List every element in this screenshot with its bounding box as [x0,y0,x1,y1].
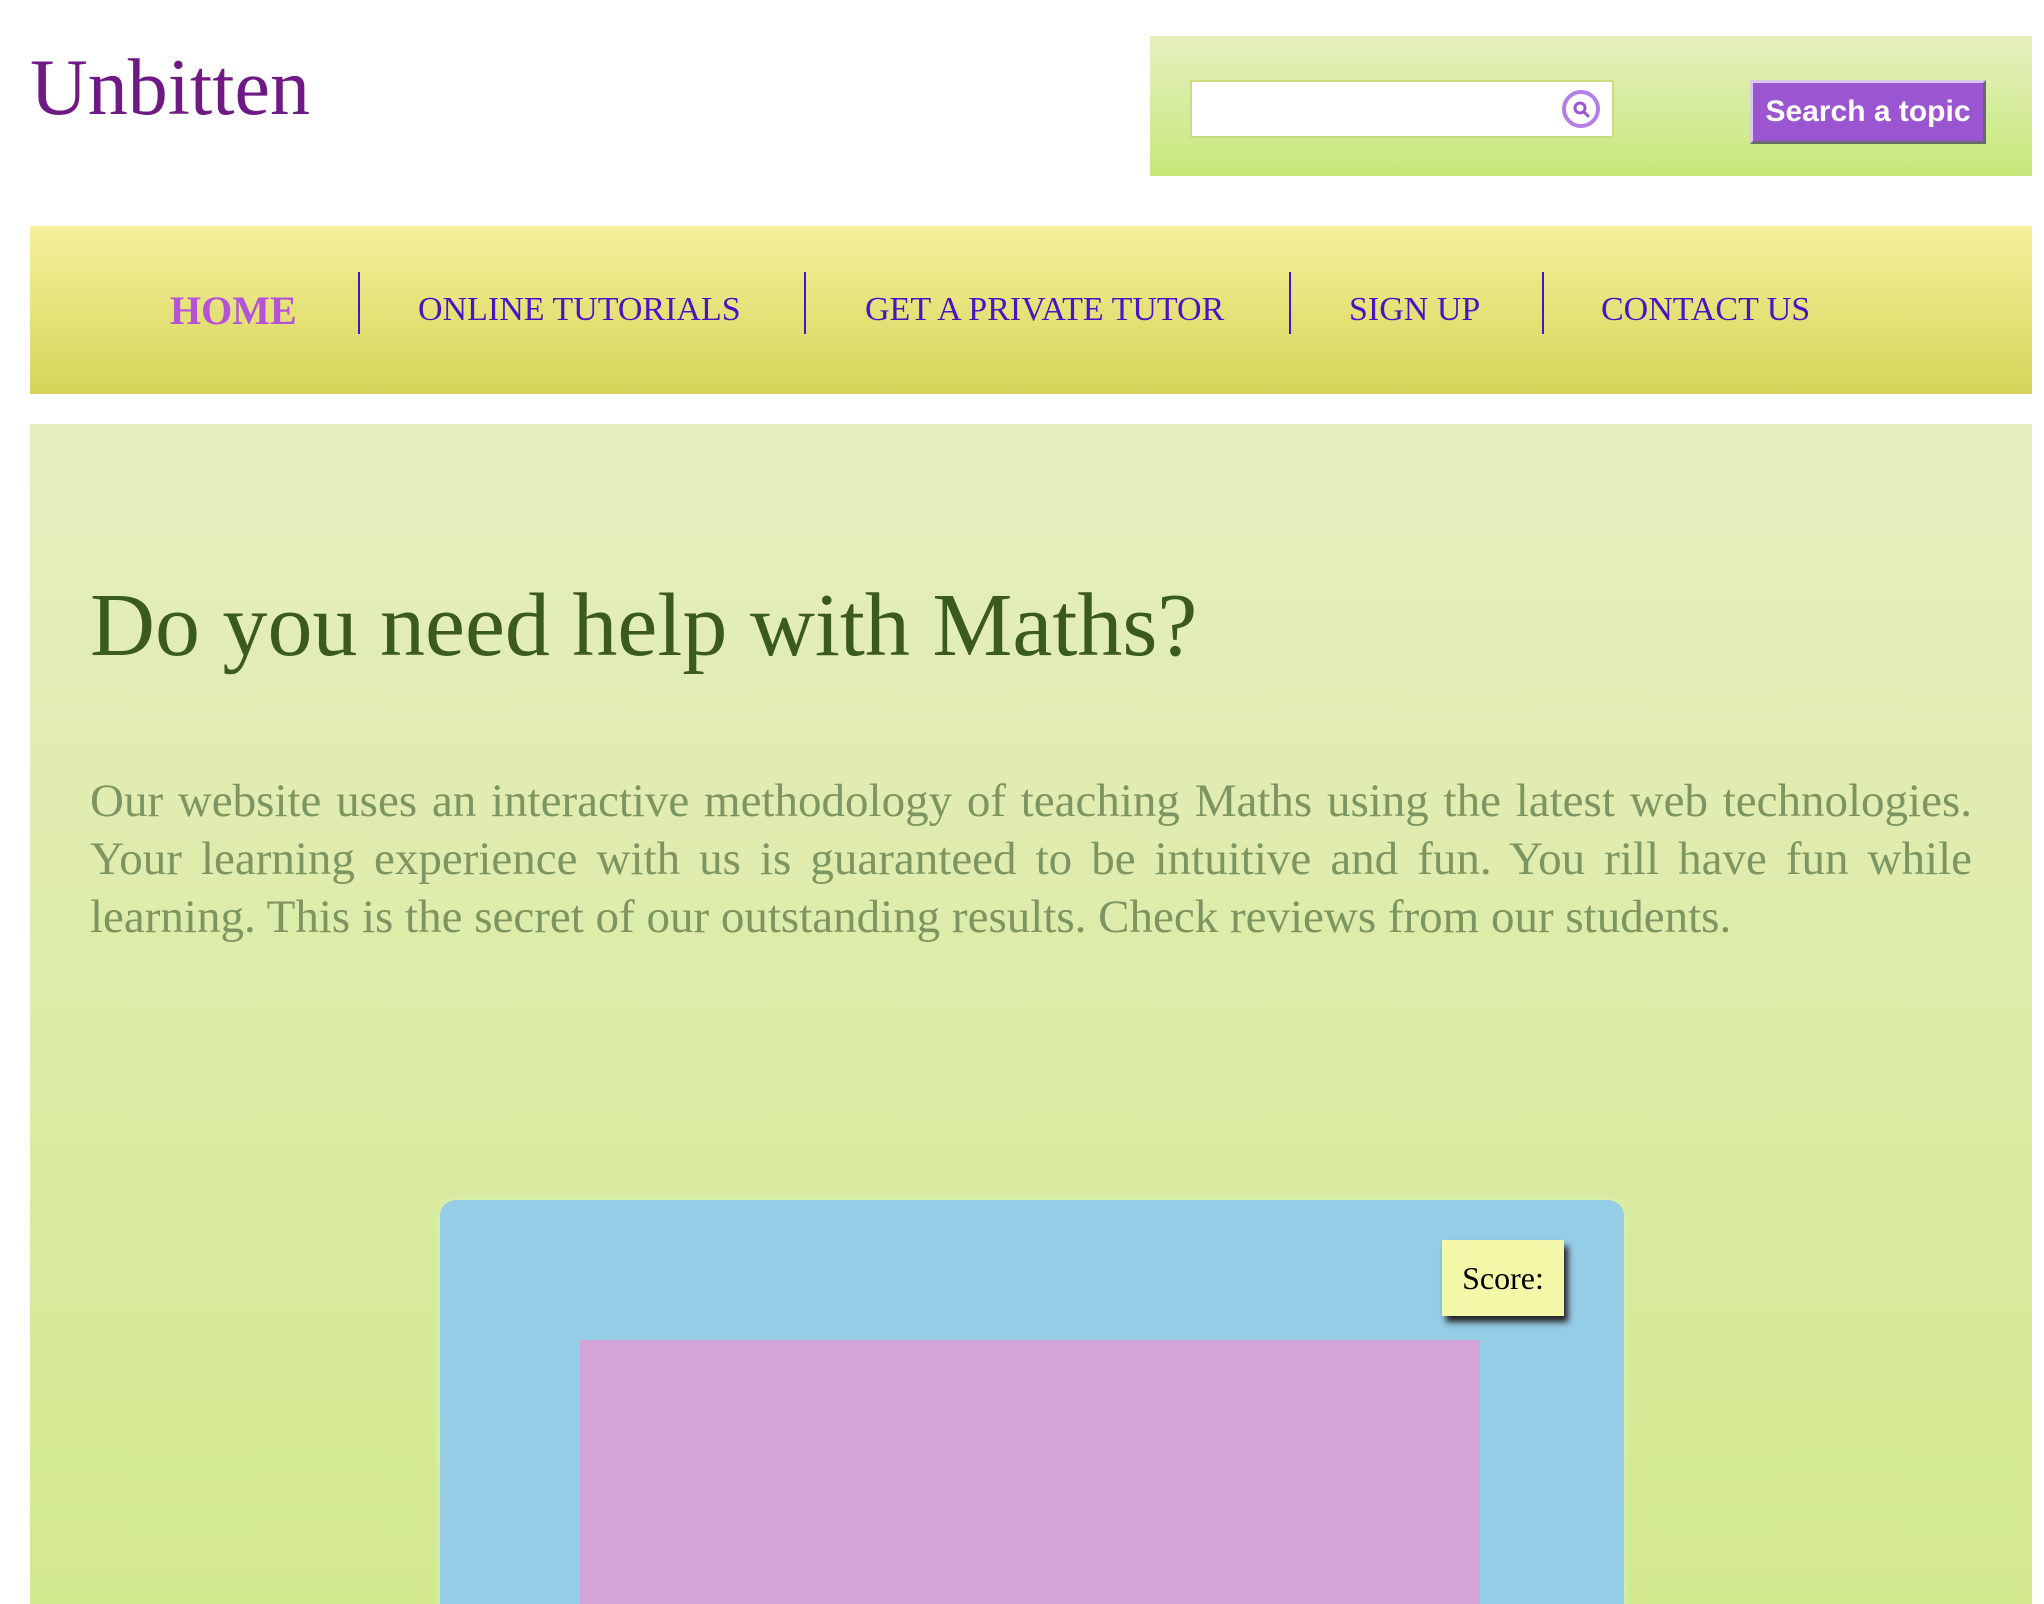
search-icon[interactable] [1560,88,1602,130]
nav-divider [804,272,806,334]
search-topic-button[interactable]: Search a topic [1750,80,1986,144]
search-input[interactable] [1192,82,1552,136]
nav-item-home[interactable]: HOME [170,226,297,394]
site-logo[interactable]: Unbitten [30,48,310,128]
main-nav: HOME ONLINE TUTORIALS GET A PRIVATE TUTO… [30,226,2032,394]
main-content: Do you need help with Maths? Our website… [30,424,2032,1604]
nav-divider [358,272,360,334]
nav-divider [1542,272,1544,334]
game-area[interactable] [580,1340,1480,1604]
nav-item-sign-up[interactable]: SIGN UP [1349,226,1480,394]
intro-paragraph: Our website uses an interactive methodol… [90,775,1972,943]
score-display: Score: [1442,1240,1564,1316]
math-game-panel: Score: [440,1200,1624,1604]
nav-item-private-tutor[interactable]: GET A PRIVATE TUTOR [865,226,1224,394]
nav-item-online-tutorials[interactable]: ONLINE TUTORIALS [418,226,741,394]
nav-divider [1289,272,1291,334]
page-headline: Do you need help with Maths? [90,576,1198,675]
nav-item-contact-us[interactable]: CONTACT US [1601,226,1810,394]
search-panel: Search a topic [1150,36,2032,176]
search-field[interactable] [1190,80,1614,138]
